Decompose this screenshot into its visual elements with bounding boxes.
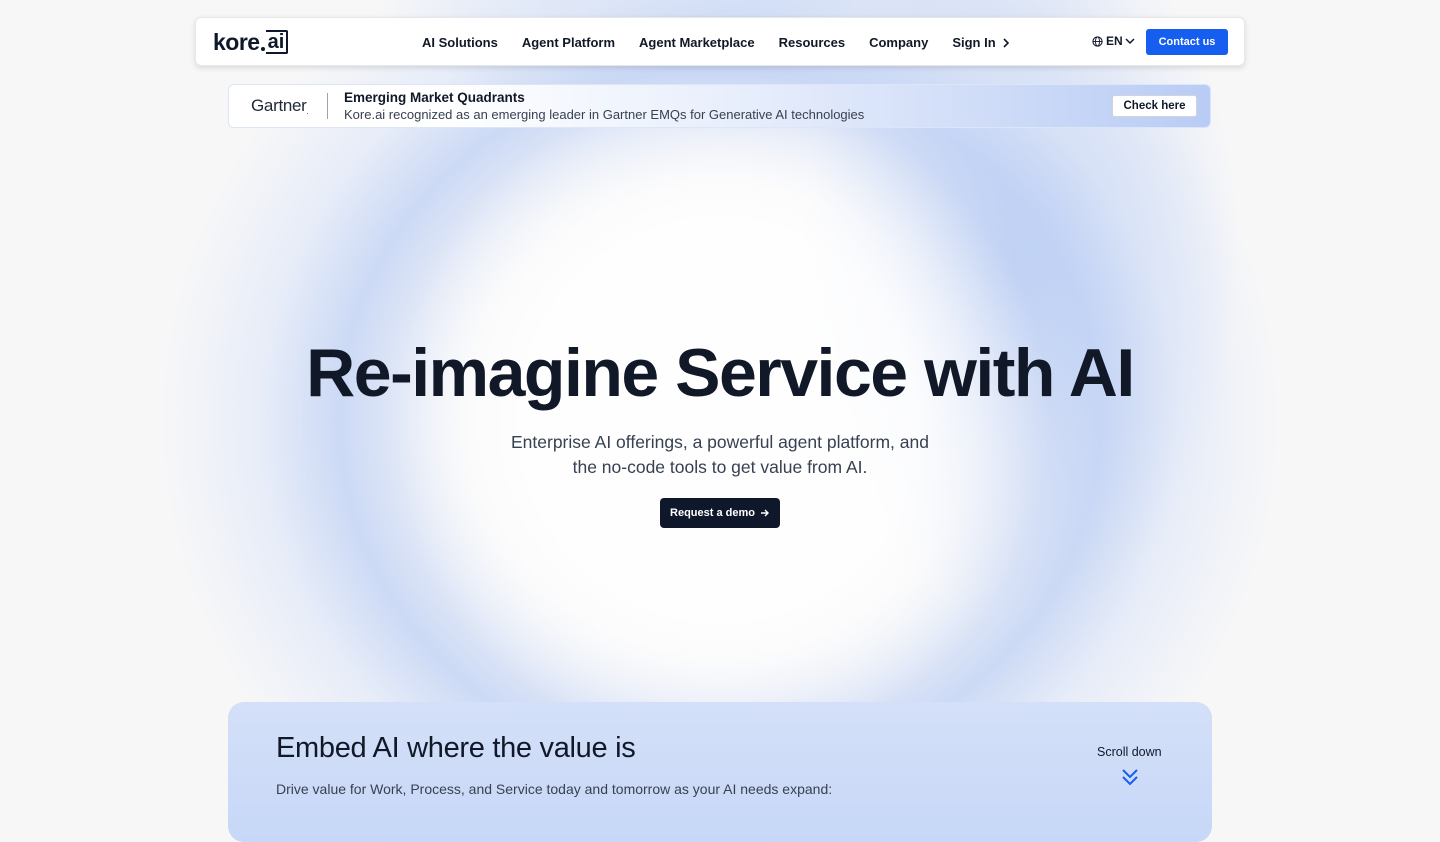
- hero-subtitle-line-1: Enterprise AI offerings, a powerful agen…: [511, 432, 929, 452]
- hero-subtitle-line-2: the no-code tools to get value from AI.: [572, 457, 868, 477]
- request-demo-label: Request a demo: [670, 507, 755, 519]
- globe-icon: [1092, 35, 1103, 47]
- check-here-button[interactable]: Check here: [1112, 95, 1197, 117]
- contact-us-button[interactable]: Contact us: [1146, 29, 1228, 55]
- nav-agent-marketplace[interactable]: Agent Marketplace: [639, 35, 755, 50]
- language-selector[interactable]: EN: [1092, 34, 1138, 48]
- double-chevron-down-icon[interactable]: [1121, 767, 1139, 787]
- nav-company[interactable]: Company: [869, 35, 928, 50]
- nav-ai-solutions[interactable]: AI Solutions: [422, 35, 498, 50]
- logo-suffix: ai: [265, 30, 289, 54]
- logo-dot: [260, 46, 265, 51]
- request-demo-button[interactable]: Request a demo: [660, 498, 780, 528]
- banner-title: Emerging Market Quadrants: [344, 90, 525, 105]
- hero-subtitle: Enterprise AI offerings, a powerful agen…: [470, 430, 970, 480]
- gartner-announcement-banner: Gartner. Emerging Market Quadrants Kore.…: [228, 84, 1211, 128]
- embed-section-title: Embed AI where the value is: [276, 732, 636, 764]
- banner-divider: [327, 93, 328, 119]
- language-label: EN: [1106, 34, 1123, 48]
- main-nav: AI Solutions Agent Platform Agent Market…: [422, 18, 1034, 67]
- chevron-down-icon: [1125, 38, 1135, 45]
- arrow-right-icon: [760, 509, 769, 517]
- banner-subtitle: Kore.ai recognized as an emerging leader…: [344, 107, 865, 122]
- embed-ai-section: Embed AI where the value is Drive value …: [228, 702, 1212, 842]
- gartner-logo-text: Gartner: [251, 96, 307, 115]
- top-navbar: kore ai AI Solutions Agent Platform Agen…: [195, 17, 1245, 66]
- nav-resources[interactable]: Resources: [779, 35, 845, 50]
- hero-title: Re-imagine Service with AI: [306, 335, 1135, 411]
- gartner-logo: Gartner.: [251, 96, 309, 116]
- sign-in-link[interactable]: Sign In: [952, 35, 1009, 50]
- logo-text: kore: [213, 28, 260, 55]
- chevron-right-icon: [1003, 37, 1009, 48]
- nav-agent-platform[interactable]: Agent Platform: [522, 35, 615, 50]
- sign-in-label: Sign In: [952, 35, 996, 50]
- scroll-down-label: Scroll down: [1097, 745, 1162, 759]
- kore-ai-logo[interactable]: kore ai: [213, 28, 289, 55]
- embed-section-subtitle: Drive value for Work, Process, and Servi…: [276, 781, 833, 797]
